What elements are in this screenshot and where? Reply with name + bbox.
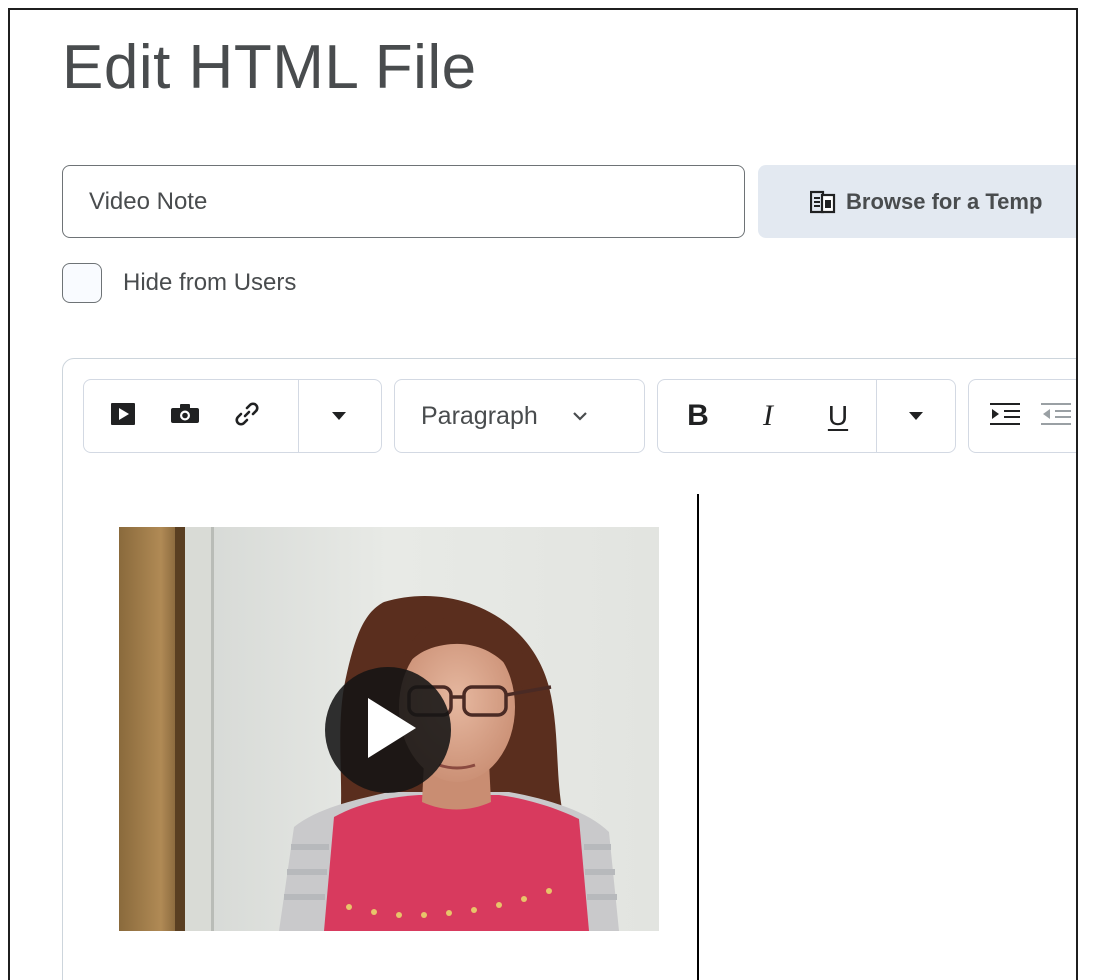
insert-video-button[interactable] — [84, 380, 152, 452]
link-icon — [234, 401, 260, 432]
bold-label: B — [687, 399, 709, 432]
video-icon — [111, 402, 135, 430]
insert-toolbar-group — [83, 379, 382, 453]
italic-button[interactable]: I — [736, 380, 800, 452]
text-caret — [697, 494, 699, 980]
caret-down-icon — [909, 407, 923, 425]
format-select-value: Paragraph — [421, 401, 538, 430]
html-editor: Paragraph B I U — [62, 358, 1076, 980]
camera-icon — [171, 403, 199, 429]
hide-from-users-row: Hide from Users — [62, 263, 296, 303]
bold-button[interactable]: B — [658, 380, 736, 452]
text-style-toolbar-group: B I U — [657, 379, 956, 453]
underline-label: U — [827, 400, 849, 431]
insert-link-button[interactable] — [218, 380, 276, 452]
chevron-down-icon — [572, 411, 588, 421]
play-icon — [358, 694, 418, 767]
insert-more-button[interactable] — [299, 380, 379, 452]
indent-toolbar-group — [968, 379, 1076, 453]
text-style-more-button[interactable] — [877, 380, 955, 452]
underline-button[interactable]: U — [800, 380, 876, 452]
page-title: Edit HTML File — [62, 33, 477, 102]
format-select[interactable]: Paragraph — [395, 380, 588, 452]
hide-from-users-label: Hide from Users — [123, 269, 297, 296]
caret-down-icon — [332, 407, 346, 425]
video-play-button[interactable] — [325, 667, 451, 793]
indent-icon — [990, 402, 1020, 430]
insert-media-button[interactable] — [152, 380, 218, 452]
browse-template-button[interactable]: Browse for a Temp — [758, 165, 1076, 238]
italic-label: I — [763, 399, 773, 432]
format-toolbar-group: Paragraph — [394, 379, 645, 453]
hide-from-users-checkbox[interactable] — [62, 263, 102, 303]
browse-template-label: Browse for a Temp — [846, 188, 1043, 214]
window-frame: Edit HTML File Browse for a Temp Hide fr… — [8, 8, 1078, 980]
video-thumbnail[interactable] — [119, 527, 659, 931]
outdent-button[interactable] — [1041, 380, 1076, 452]
outdent-icon — [1041, 402, 1071, 430]
title-input[interactable] — [62, 165, 745, 238]
indent-button[interactable] — [969, 380, 1041, 452]
template-icon — [810, 190, 836, 214]
